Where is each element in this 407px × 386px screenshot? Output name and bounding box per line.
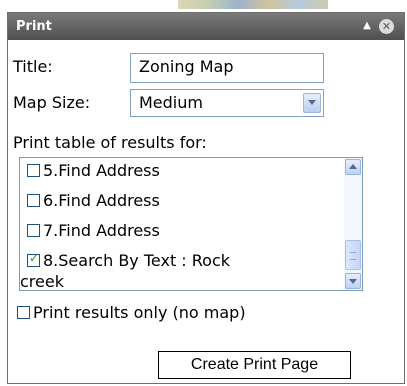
map-size-select[interactable]: Medium [130,89,324,117]
results-listbox[interactable]: 5.Find Address 6.Find Address 7.Find Add… [19,157,363,291]
title-label: Title: [13,57,53,76]
create-print-page-button[interactable]: Create Print Page [158,351,351,379]
map-size-label: Map Size: [13,93,91,112]
print-table-label: Print table of results for: [13,133,207,152]
list-item-label: 7.Find Address [43,221,160,240]
list-item-checkbox[interactable] [27,164,40,177]
print-dialog: Print ▲ ✕ Title: Zoning Map Map Size: Me… [7,12,405,384]
list-item-label: 6.Find Address [43,191,160,210]
map-size-value: Medium [139,93,203,112]
list-item-label: 8.Search By Text : Rock [43,251,231,270]
close-icon[interactable]: ✕ [379,19,394,34]
list-item-checkbox[interactable] [27,251,40,267]
list-item[interactable]: 8.Search By Text : Rock [27,251,349,270]
print-results-only-checkbox[interactable] [17,306,30,319]
print-results-only-label: Print results only (no map) [33,303,246,322]
list-item-label: 5.Find Address [43,161,160,180]
chevron-down-icon[interactable] [303,93,321,113]
list-item-continuation: creek [20,272,342,291]
list-item-checkbox[interactable] [27,194,40,207]
scroll-up-icon[interactable] [345,159,361,175]
list-scrollbar[interactable] [344,158,362,290]
print-results-only-option[interactable]: Print results only (no map) [17,303,339,322]
list-item[interactable]: 6.Find Address [27,191,349,210]
title-input[interactable]: Zoning Map [130,53,324,83]
list-item-checkbox[interactable] [27,224,40,237]
list-item[interactable]: 5.Find Address [27,161,349,180]
scroll-down-icon[interactable] [345,273,361,289]
map-thumbnail [178,0,328,9]
scroll-thumb[interactable] [345,240,361,270]
dialog-titlebar: Print ▲ ✕ [8,13,404,40]
dialog-title: Print [16,19,52,34]
list-item[interactable]: 7.Find Address [27,221,349,240]
collapse-icon[interactable]: ▲ [361,21,373,31]
list-item-label-continued: creek [20,272,64,291]
